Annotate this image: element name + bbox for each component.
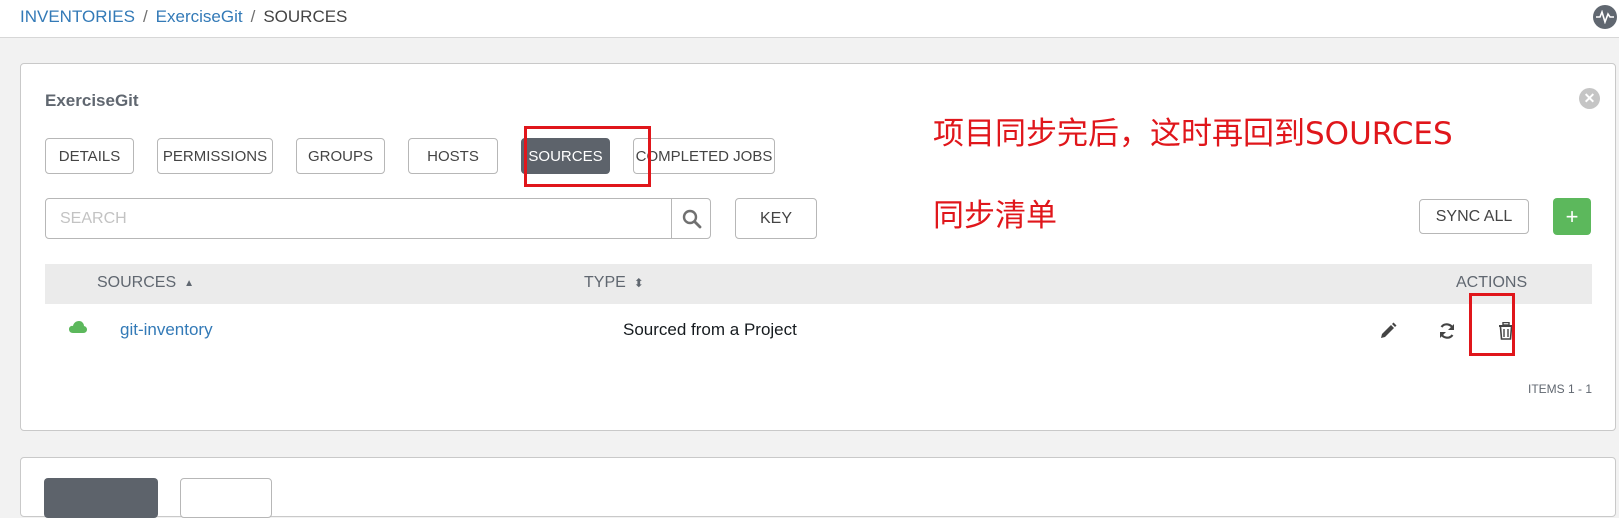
sort-asc-icon: ▲ — [184, 277, 195, 289]
column-sources[interactable]: SOURCES ▲ — [97, 274, 194, 292]
column-type-label: TYPE — [584, 274, 626, 291]
column-sources-label: SOURCES — [97, 274, 177, 291]
breadcrumb-current: SOURCES — [263, 7, 348, 26]
close-icon[interactable]: ✕ — [1579, 88, 1600, 109]
search-box — [45, 198, 711, 239]
sync-all-button[interactable]: SYNC ALL — [1419, 199, 1529, 234]
edit-icon[interactable] — [1375, 318, 1401, 344]
breadcrumb: INVENTORIES / ExerciseGit / SOURCES — [20, 7, 347, 27]
tab-hosts[interactable]: HOSTS — [408, 138, 498, 174]
column-type[interactable]: TYPE ⬍ — [584, 274, 644, 292]
tab-completed-jobs[interactable]: COMPLETED JOBS — [633, 138, 775, 174]
table-row: git-inventory Sourced from a Project — [45, 308, 1592, 354]
secondary-tab-active[interactable] — [44, 478, 158, 518]
secondary-tab[interactable] — [180, 478, 272, 518]
activity-stream-icon[interactable] — [1593, 5, 1617, 29]
source-type: Sourced from a Project — [623, 320, 797, 339]
sort-icon: ⬍ — [633, 276, 644, 290]
highlight-box-sync-action — [1469, 293, 1515, 356]
key-button[interactable]: KEY — [735, 198, 817, 239]
search-button[interactable] — [671, 199, 711, 238]
highlight-box-sources-tab — [524, 126, 651, 187]
source-name-link[interactable]: git-inventory — [120, 320, 213, 340]
cloud-icon — [69, 321, 87, 333]
breadcrumb-separator: / — [250, 7, 256, 26]
items-count: ITEMS 1 - 1 — [1528, 382, 1593, 396]
add-source-button[interactable]: + — [1553, 198, 1591, 235]
search-input[interactable] — [46, 199, 670, 238]
tab-permissions[interactable]: PERMISSIONS — [157, 138, 273, 174]
annotation-line1: 项目同步完后，这时再回到SOURCES — [933, 116, 1453, 152]
sync-icon[interactable] — [1434, 318, 1460, 344]
breadcrumb-inventories[interactable]: INVENTORIES — [20, 7, 135, 27]
panel-title: ExerciseGit — [45, 91, 139, 110]
table-header: SOURCES ▲ TYPE ⬍ ACTIONS — [45, 264, 1592, 304]
secondary-panel — [20, 457, 1616, 518]
tab-details[interactable]: DETAILS — [45, 138, 134, 174]
top-bar: INVENTORIES / ExerciseGit / SOURCES — [0, 0, 1619, 38]
annotation-line2: 同步清单 — [933, 198, 1057, 234]
breadcrumb-inventory[interactable]: ExerciseGit — [156, 7, 243, 27]
search-icon — [682, 209, 701, 228]
column-actions: ACTIONS — [1456, 274, 1528, 291]
tab-groups[interactable]: GROUPS — [296, 138, 385, 174]
breadcrumb-separator: / — [142, 7, 148, 26]
